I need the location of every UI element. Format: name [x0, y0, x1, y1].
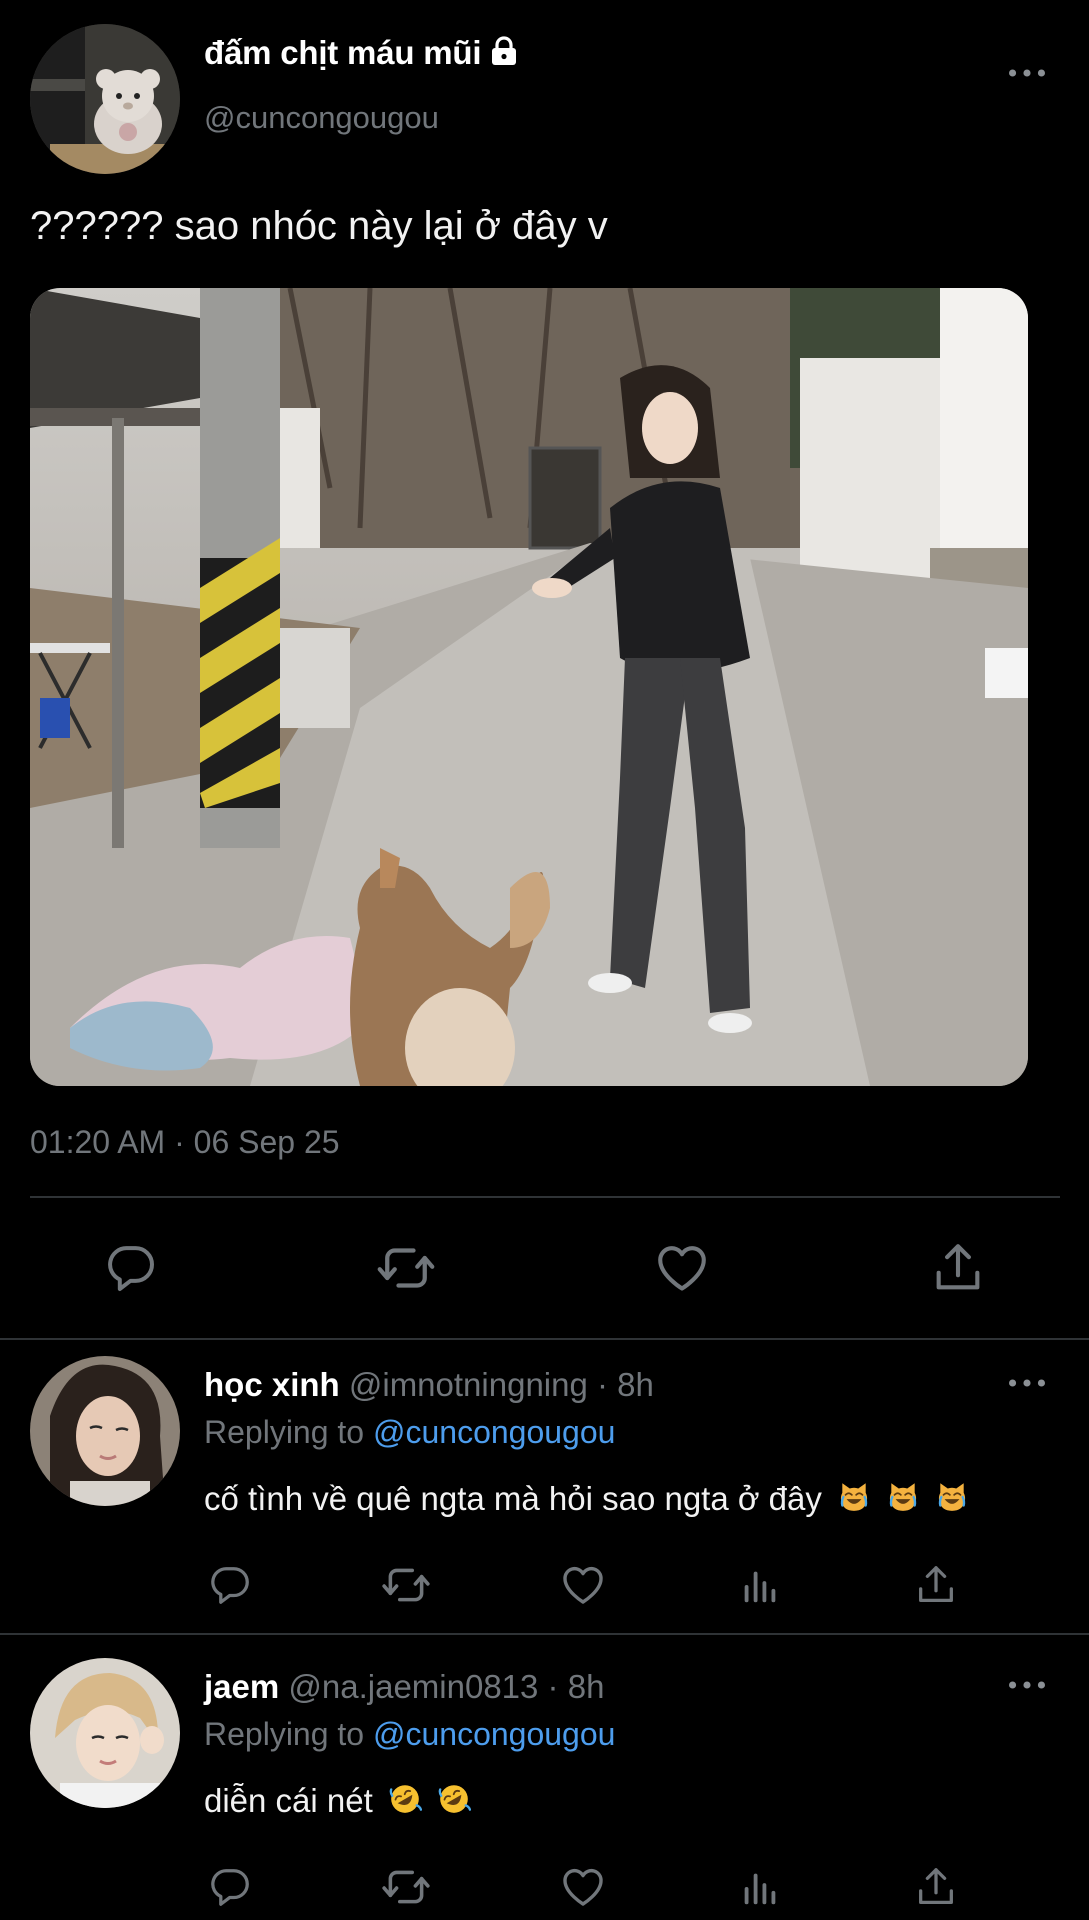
reply-more-button[interactable] [1002, 1670, 1052, 1700]
reply-text-content: cố tình về quê ngta mà hỏi sao ngta ở đâ… [204, 1480, 822, 1517]
replying-to-mention[interactable]: @cuncongougou [373, 1716, 615, 1752]
replying-to-label: Replying to [204, 1414, 365, 1450]
share-button[interactable] [928, 1238, 988, 1298]
reply-text: cố tình về quê ngta mà hỏi sao ngta ở đâ… [204, 1480, 969, 1518]
views-icon [737, 1864, 783, 1910]
divider [0, 1338, 1089, 1340]
tweet-text: ?????? sao nhóc này lại ở đây v [30, 204, 608, 248]
reply-views-button[interactable] [735, 1560, 785, 1610]
reply-author-meta[interactable]: @imnotningning · 8h [349, 1366, 654, 1403]
retweet-icon [381, 1862, 431, 1912]
more-icon [1007, 66, 1047, 80]
heart-icon [653, 1239, 711, 1297]
reply-avatar[interactable] [30, 1658, 180, 1808]
lock-icon [489, 35, 519, 72]
divider [0, 1633, 1089, 1635]
reply-author-meta[interactable]: @na.jaemin0813 · 8h [288, 1668, 604, 1705]
laughing-cat-emoji-icon [837, 1480, 871, 1514]
reply-retweet-button[interactable] [381, 1560, 431, 1610]
reply-more-button[interactable] [1002, 1368, 1052, 1398]
rofl-emoji-icon [437, 1782, 471, 1816]
reply-header: học xinh @imnotningning · 8h [204, 1366, 654, 1404]
reply-reply-button[interactable] [205, 1862, 255, 1912]
like-button[interactable] [652, 1238, 712, 1298]
laughing-cat-emoji-icon [935, 1480, 969, 1514]
retweet-icon [376, 1238, 436, 1298]
reply-author-name[interactable]: học xinh [204, 1366, 340, 1403]
heart-icon [559, 1561, 607, 1609]
rofl-emoji-icon [388, 1782, 422, 1816]
reply-text: diễn cái nét [204, 1782, 471, 1820]
share-icon [913, 1864, 959, 1910]
retweet-icon [381, 1560, 431, 1610]
replying-to: Replying to @cuncongougou [204, 1716, 615, 1753]
reply-like-button[interactable] [558, 1862, 608, 1912]
more-options-button[interactable] [1002, 58, 1052, 88]
reply-avatar[interactable] [30, 1356, 180, 1506]
reply-share-button[interactable] [911, 1560, 961, 1610]
reply-share-button[interactable] [911, 1862, 961, 1912]
reply-icon [207, 1562, 253, 1608]
reply-button[interactable] [101, 1238, 161, 1298]
more-icon [1007, 1376, 1047, 1390]
tweet-detail-page: đấm chịt máu mũi @cuncongougou ?????? sa… [0, 0, 1089, 1920]
author-avatar[interactable] [30, 24, 180, 174]
replying-to: Replying to @cuncongougou [204, 1414, 615, 1451]
heart-icon [559, 1863, 607, 1911]
share-icon [913, 1562, 959, 1608]
laughing-cat-emoji-icon [886, 1480, 920, 1514]
retweet-button[interactable] [376, 1238, 436, 1298]
reply-header: jaem @na.jaemin0813 · 8h [204, 1668, 604, 1706]
reply-text-content: diễn cái nét [204, 1782, 373, 1819]
more-icon [1007, 1678, 1047, 1692]
divider [30, 1196, 1060, 1198]
media-photo [30, 288, 1028, 1086]
author-handle[interactable]: @cuncongougou [204, 100, 439, 136]
reply-icon [103, 1240, 159, 1296]
reply-reply-button[interactable] [205, 1560, 255, 1610]
reply-author-name[interactable]: jaem [204, 1668, 279, 1705]
reply-retweet-button[interactable] [381, 1862, 431, 1912]
author-name-row[interactable]: đấm chịt máu mũi [204, 34, 519, 72]
replying-to-label: Replying to [204, 1716, 365, 1752]
author-display-name[interactable]: đấm chịt máu mũi [204, 34, 482, 72]
reply-icon [207, 1864, 253, 1910]
share-icon [929, 1239, 987, 1297]
replying-to-mention[interactable]: @cuncongougou [373, 1414, 615, 1450]
reply-views-button[interactable] [735, 1862, 785, 1912]
tweet-media-image[interactable] [30, 288, 1028, 1086]
views-icon [737, 1562, 783, 1608]
reply-like-button[interactable] [558, 1560, 608, 1610]
tweet-timestamp: 01:20 AM · 06 Sep 25 [30, 1124, 340, 1160]
